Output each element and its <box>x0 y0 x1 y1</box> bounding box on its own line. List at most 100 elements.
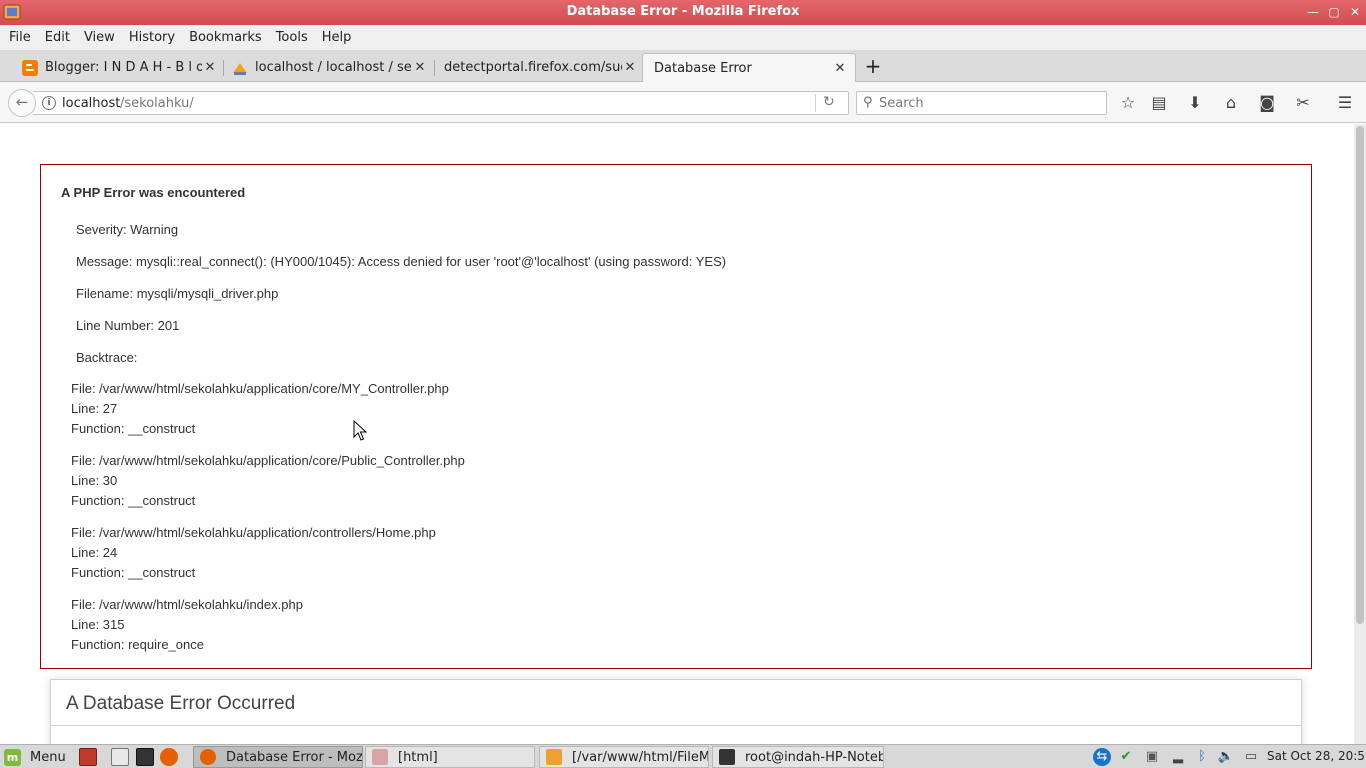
backtrace-label: Backtrace: <box>76 350 138 365</box>
terminal-icon[interactable] <box>136 748 154 766</box>
new-tab-button[interactable]: + <box>862 54 884 78</box>
vertical-scrollbar[interactable] <box>1354 124 1366 744</box>
tab-detectportal[interactable]: detectportal.firefox.com/success.txt ✕ <box>444 53 638 82</box>
bookmark-star-icon[interactable]: ☆ <box>1117 92 1139 114</box>
error-message: Message: mysqli::real_connect(): (HY000/… <box>76 254 727 269</box>
terminal-icon <box>719 749 735 765</box>
download-icon[interactable]: ⬇ <box>1184 92 1206 114</box>
tab-phpmyadmin[interactable]: localhost / localhost / sekolahku ✕ <box>232 53 428 82</box>
reload-icon[interactable]: ↻ <box>823 94 835 110</box>
minimize-icon[interactable]: — <box>1304 3 1322 21</box>
php-error-box: A PHP Error was encountered Severity: Wa… <box>40 164 1312 669</box>
error-severity: Severity: Warning <box>76 222 179 237</box>
database-error-box: A Database Error Occurred <box>50 679 1302 744</box>
navigation-toolbar: i localhost /sekolahku/ ↻ ← ⚲ ☆ ▤ ⬇ ⌂ ◙ … <box>0 82 1366 123</box>
clock[interactable]: Sat Oct 28, 20:51 <box>1267 749 1366 763</box>
taskbar-item-label: root@indah-HP-Noteb... <box>745 749 884 765</box>
sublime-icon <box>546 749 562 765</box>
close-window-icon[interactable]: ✕ <box>1346 3 1364 21</box>
tab-label: detectportal.firefox.com/success.txt <box>444 60 622 75</box>
backtrace-function: Function: __construct <box>71 493 196 508</box>
taskbar-item-label: [html] <box>398 749 438 765</box>
network-signal-icon[interactable]: ▂ <box>1169 748 1187 766</box>
tab-strip: Blogger: I N D A H - B l o g ✕ localhost… <box>0 50 1366 82</box>
search-icon: ⚲ <box>863 95 873 110</box>
search-box[interactable]: ⚲ <box>856 91 1107 115</box>
menu-history[interactable]: History <box>122 30 182 45</box>
backtrace-entry: File: /var/www/html/sekolahku/applicatio… <box>71 523 436 583</box>
backtrace-entry: File: /var/www/html/sekolahku/applicatio… <box>71 451 465 511</box>
taskbar-item-sublime[interactable]: [/var/www/html/FileM... <box>539 746 709 768</box>
tab-close-icon[interactable]: ✕ <box>832 61 848 76</box>
backtrace-function: Function: require_once <box>71 637 204 652</box>
teamviewer-icon[interactable]: ⇆ <box>1093 748 1111 766</box>
phpmyadmin-icon <box>233 62 247 75</box>
taskbar-item-label: [/var/www/html/FileM... <box>572 749 709 765</box>
firefox-icon[interactable] <box>160 748 178 766</box>
blogger-icon <box>22 59 38 76</box>
screenshot-icon[interactable]: ✂ <box>1292 92 1314 114</box>
taskbar-item-terminal[interactable]: root@indah-HP-Noteb... <box>712 746 884 768</box>
tab-close-icon[interactable]: ✕ <box>412 60 428 75</box>
backtrace-file: File: /var/www/html/sekolahku/index.php <box>71 597 303 612</box>
search-input[interactable] <box>879 94 1099 112</box>
start-menu-button[interactable]: m Menu <box>4 747 66 767</box>
menu-edit[interactable]: Edit <box>38 30 77 45</box>
site-info-icon[interactable]: i <box>42 96 56 110</box>
menu-bookmarks[interactable]: Bookmarks <box>182 30 269 45</box>
taskbar-item-firefox[interactable]: Database Error - Mozi... <box>193 746 363 768</box>
url-bar[interactable]: i localhost /sekolahku/ ↻ <box>33 91 849 115</box>
taskbar-item-html-folder[interactable]: [html] <box>365 746 535 768</box>
taskbar: m Menu Database Error - Mozi... [html] [… <box>0 744 1366 768</box>
backtrace-line: Line: 315 <box>71 617 125 632</box>
menu-help[interactable]: Help <box>315 30 359 45</box>
bluetooth-icon[interactable]: ᛒ <box>1193 748 1211 766</box>
backtrace-entry: File: /var/www/html/sekolahku/index.php … <box>71 595 303 655</box>
pocket-icon[interactable]: ◙ <box>1256 92 1278 114</box>
window-titlebar: Database Error - Mozilla Firefox — ▢ ✕ <box>0 0 1366 25</box>
tab-label: Database Error <box>654 60 752 76</box>
backtrace-line: Line: 24 <box>71 545 118 560</box>
tab-close-icon[interactable]: ✕ <box>202 60 218 75</box>
backtrace-function: Function: __construct <box>71 565 196 580</box>
reading-list-icon[interactable]: ▤ <box>1148 92 1170 114</box>
scrollbar-thumb[interactable] <box>1356 126 1364 624</box>
start-menu-label: Menu <box>30 749 66 765</box>
taskbar-item-label: Database Error - Mozi... <box>226 749 363 765</box>
monitor-icon[interactable]: ▣ <box>1143 748 1161 766</box>
tab-label: localhost / localhost / sekolahku <box>255 60 412 75</box>
folder-icon <box>372 749 388 765</box>
volume-icon[interactable]: 🔈 <box>1217 748 1235 766</box>
menu-tools[interactable]: Tools <box>269 30 315 45</box>
backtrace-file: File: /var/www/html/sekolahku/applicatio… <box>71 453 465 468</box>
hamburger-menu-icon[interactable]: ☰ <box>1334 92 1356 114</box>
home-icon[interactable]: ⌂ <box>1220 92 1242 114</box>
error-line-number: Line Number: 201 <box>76 318 180 333</box>
battery-icon[interactable]: ▭ <box>1242 748 1260 766</box>
tab-close-icon[interactable]: ✕ <box>622 60 638 75</box>
backtrace-line: Line: 27 <box>71 401 118 416</box>
file-manager-icon[interactable] <box>111 748 129 766</box>
linux-mint-icon: m <box>4 748 21 766</box>
url-path: /sekolahku/ <box>120 96 194 111</box>
window-title: Database Error - Mozilla Firefox <box>566 4 800 19</box>
stop-icon[interactable] <box>79 748 97 766</box>
firefox-icon <box>200 749 216 765</box>
backtrace-function: Function: __construct <box>71 421 196 436</box>
tab-blogger[interactable]: Blogger: I N D A H - B l o g ✕ <box>22 53 218 82</box>
error-filename: Filename: mysqli/mysqli_driver.php <box>76 286 279 301</box>
backtrace-file: File: /var/www/html/sekolahku/applicatio… <box>71 381 449 396</box>
shield-check-icon[interactable]: ✔ <box>1117 748 1135 766</box>
back-button[interactable]: ← <box>8 89 36 117</box>
backtrace-file: File: /var/www/html/sekolahku/applicatio… <box>71 525 436 540</box>
backtrace-line: Line: 30 <box>71 473 118 488</box>
page-content: A PHP Error was encountered Severity: Wa… <box>0 124 1354 744</box>
backtrace-entry: File: /var/www/html/sekolahku/applicatio… <box>71 379 449 439</box>
menu-bar: File Edit View History Bookmarks Tools H… <box>0 25 1366 50</box>
maximize-icon[interactable]: ▢ <box>1325 3 1343 21</box>
menu-file[interactable]: File <box>2 30 38 45</box>
tab-database-error[interactable]: Database Error ✕ <box>642 53 856 82</box>
mouse-cursor-icon <box>353 420 367 441</box>
menu-view[interactable]: View <box>77 30 122 45</box>
tab-label: Blogger: I N D A H - B l o g <box>45 60 202 75</box>
